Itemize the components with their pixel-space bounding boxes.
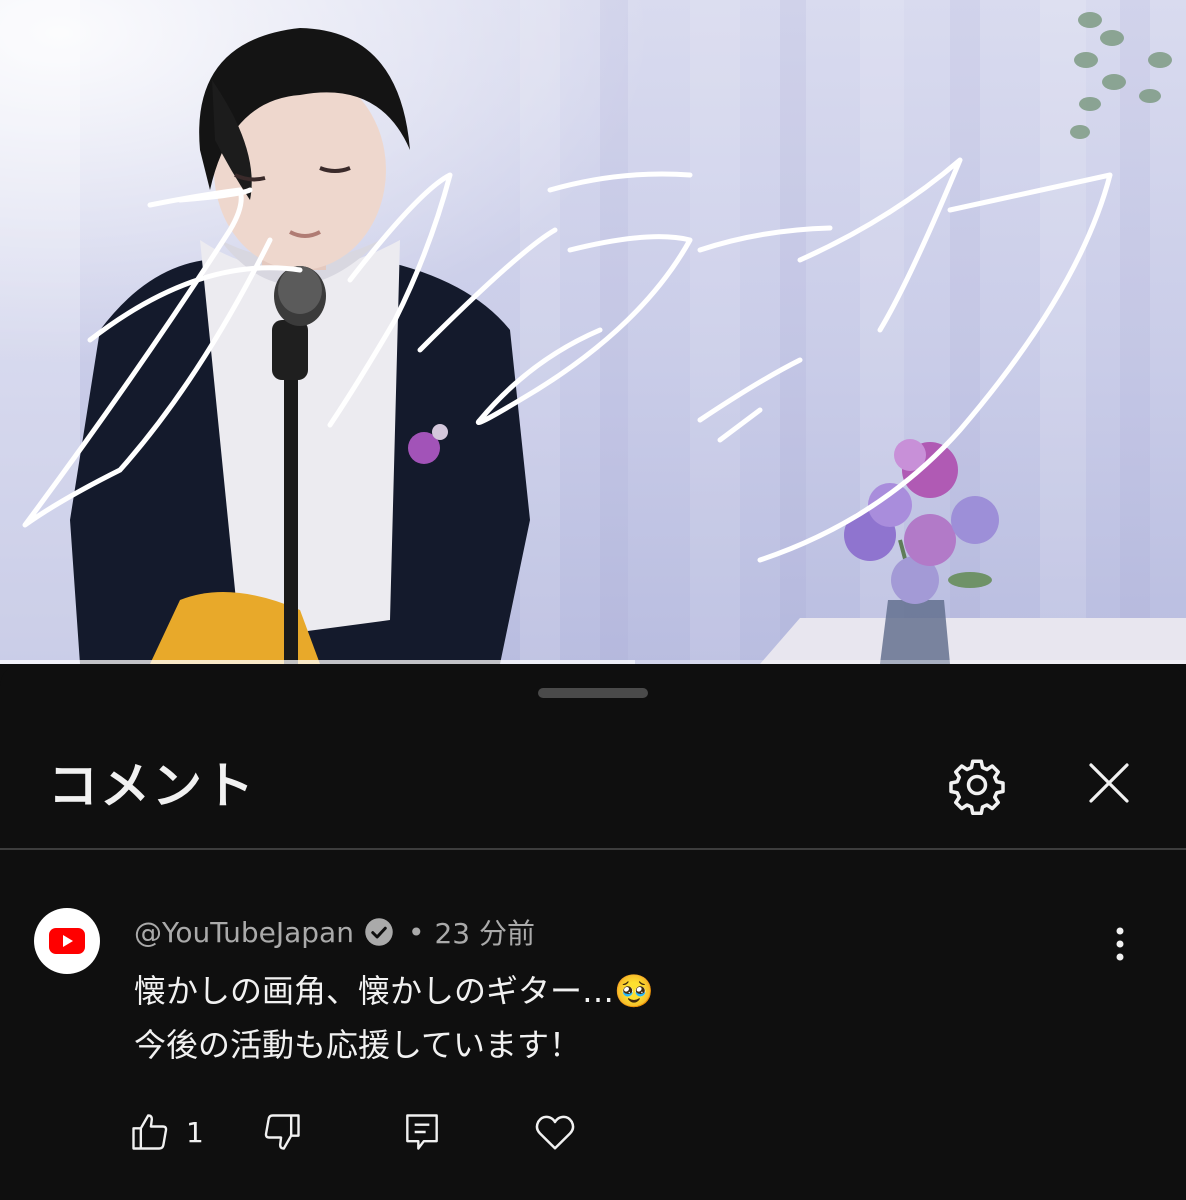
heart-button[interactable]	[532, 1104, 592, 1160]
video-frame	[0, 0, 1186, 664]
verified-check-icon	[365, 918, 393, 946]
heart-icon	[535, 1115, 575, 1150]
thumbs-up-icon	[132, 1114, 168, 1150]
like-count: 1	[186, 1115, 204, 1149]
comment-line: 懐かしの画角、懐かしのギター…🥹	[134, 972, 654, 1010]
comment-actions: 1	[128, 1104, 592, 1160]
comment-header: @YouTubeJapan • 23 分前	[134, 912, 535, 952]
reply-button[interactable]	[400, 1104, 532, 1160]
video-player[interactable]	[0, 0, 1186, 664]
comment-body: 懐かしの画角、懐かしのギター…🥹 今後の活動も応援しています！	[134, 964, 654, 1072]
reply-icon	[406, 1114, 438, 1150]
comment-timestamp: 23 分前	[434, 917, 535, 950]
thumbs-down-icon	[264, 1114, 300, 1150]
comment-line: 今後の活動も応援しています！	[134, 1026, 582, 1064]
close-icon	[1089, 763, 1129, 803]
panel-title: コメント	[48, 757, 256, 815]
close-button[interactable]	[1076, 750, 1142, 816]
dislike-button[interactable]	[260, 1104, 400, 1160]
comment-more-button[interactable]	[1100, 916, 1140, 972]
avatar[interactable]	[34, 908, 100, 974]
gear-icon	[949, 759, 1005, 815]
like-button[interactable]: 1	[128, 1104, 260, 1160]
more-vert-icon	[1116, 927, 1124, 961]
settings-button[interactable]	[944, 752, 1010, 818]
drag-handle[interactable]	[538, 688, 648, 698]
verified-badge	[364, 917, 394, 947]
comment-author[interactable]: @YouTubeJapan	[134, 916, 354, 949]
separator-dot: •	[407, 915, 425, 949]
youtube-logo-icon	[49, 928, 85, 954]
divider	[0, 848, 1186, 850]
comments-panel: コメント @YouTubeJapan • 23 分前 懐かしの画角、懐かしのギタ…	[0, 664, 1186, 1200]
